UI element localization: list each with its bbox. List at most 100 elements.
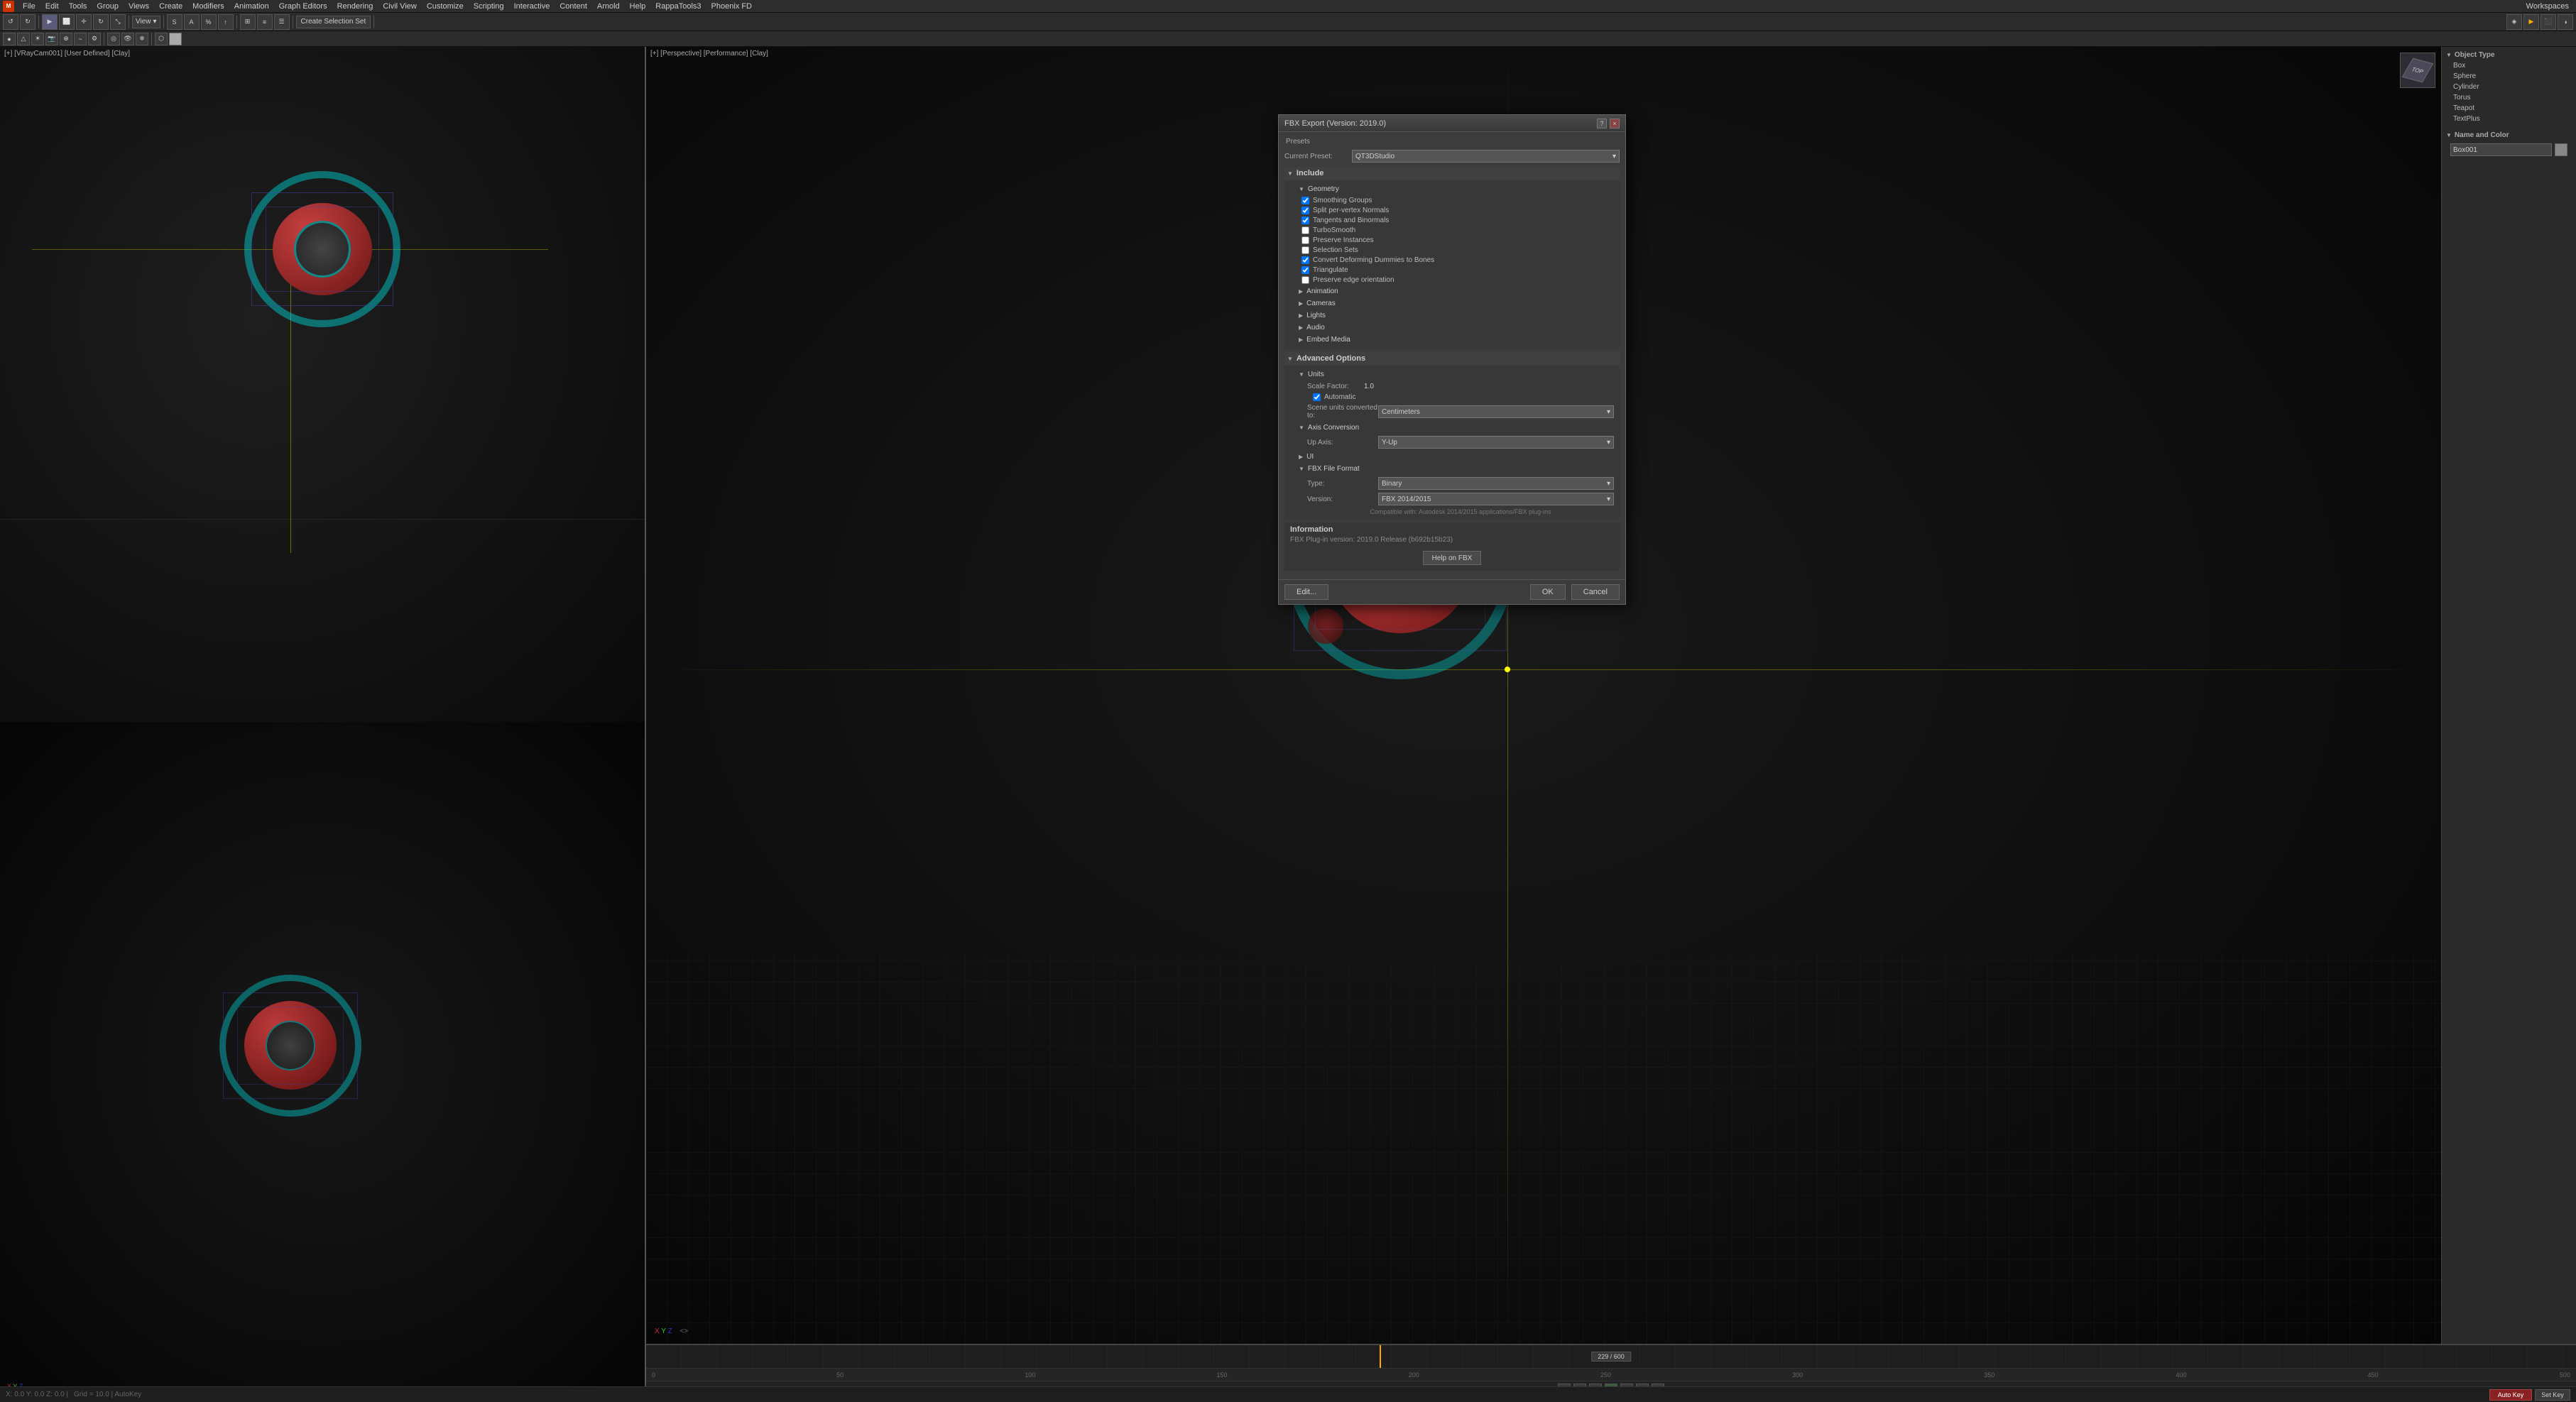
cancel-btn[interactable]: Cancel xyxy=(1571,584,1620,600)
dialog-help-btn[interactable]: ? xyxy=(1597,119,1607,128)
units-header[interactable]: ▼ Units xyxy=(1296,369,1614,380)
audio-header[interactable]: ▶ Audio xyxy=(1296,322,1614,333)
split-normals-checkbox[interactable] xyxy=(1301,207,1309,214)
preserve-edge-checkbox[interactable] xyxy=(1301,276,1309,284)
menu-item-file[interactable]: File xyxy=(18,1,40,11)
tangents-checkbox[interactable] xyxy=(1301,217,1309,224)
viewport-bottom-left[interactable]: X Y Z xyxy=(0,722,645,1397)
up-axis-dropdown[interactable]: Y-Up ▾ xyxy=(1378,436,1614,449)
dialog-close-btn[interactable]: × xyxy=(1610,119,1620,128)
include-section-header[interactable]: ▼ Include xyxy=(1284,167,1620,180)
object-type-cylinder[interactable]: Cylinder xyxy=(2445,82,2573,92)
object-type-box[interactable]: Box xyxy=(2445,60,2573,71)
menu-item-help[interactable]: Help xyxy=(626,1,650,11)
cameras-btn[interactable]: 📷 xyxy=(45,33,58,45)
set-key-btn[interactable]: Set Key xyxy=(2535,1389,2570,1401)
mirror-btn[interactable]: ⊞ xyxy=(240,14,256,30)
menu-item-group[interactable]: Group xyxy=(92,1,123,11)
menu-item-phoenix[interactable]: Phoenix FD xyxy=(707,1,756,11)
nav-cube[interactable]: TOP xyxy=(2400,53,2435,88)
angle-snap[interactable]: A xyxy=(184,14,200,30)
object-name-input[interactable] xyxy=(2450,143,2552,156)
smoothing-groups-checkbox[interactable] xyxy=(1301,197,1309,204)
object-type-sphere[interactable]: Sphere xyxy=(2445,71,2573,82)
render-frame-btn[interactable]: ⬛ xyxy=(2540,14,2556,30)
app-icon[interactable]: M xyxy=(3,1,14,12)
menu-item-civil-view[interactable]: Civil View xyxy=(378,1,420,11)
geometry-header[interactable]: ▼ Geometry xyxy=(1296,184,1614,195)
edit-btn[interactable]: Edit... xyxy=(1284,584,1328,600)
helpers-btn[interactable]: ⊕ xyxy=(60,33,72,45)
lights-header[interactable]: ▶ Lights xyxy=(1296,310,1614,321)
freeze-btn[interactable]: ❄ xyxy=(136,33,148,45)
active-shade-btn[interactable]: ◑ xyxy=(2558,14,2573,30)
type-dropdown[interactable]: Binary ▾ xyxy=(1378,477,1614,490)
menu-item-rendering[interactable]: Rendering xyxy=(333,1,378,11)
menu-item-content[interactable]: Content xyxy=(555,1,591,11)
isolate-btn[interactable]: ◎ xyxy=(107,33,120,45)
color-swatch-name[interactable] xyxy=(2555,143,2567,156)
autokey-btn[interactable]: Auto Key xyxy=(2489,1389,2532,1401)
spinner-snap[interactable]: ↑ xyxy=(218,14,234,30)
color-swatch[interactable] xyxy=(169,33,182,45)
menu-item-edit[interactable]: Edit xyxy=(41,1,63,11)
scale-btn[interactable]: ⤡ xyxy=(110,14,126,30)
object-type-teapot[interactable]: Teapot xyxy=(2445,103,2573,114)
version-dropdown[interactable]: FBX 2014/2015 ▾ xyxy=(1378,493,1614,505)
axis-conversion-header[interactable]: ▼ Axis Conversion xyxy=(1296,422,1614,433)
menu-item-views[interactable]: Views xyxy=(124,1,153,11)
menu-item-arnold[interactable]: Arnold xyxy=(593,1,624,11)
fbx-format-header[interactable]: ▼ FBX File Format xyxy=(1296,464,1614,474)
render-btn[interactable]: ▶ xyxy=(2523,14,2539,30)
geometry-btn[interactable]: ● xyxy=(3,33,16,45)
embed-media-header[interactable]: ▶ Embed Media xyxy=(1296,334,1614,345)
ui-header[interactable]: ▶ UI xyxy=(1296,451,1614,462)
selection-sets-checkbox[interactable] xyxy=(1301,246,1309,254)
cameras-header[interactable]: ▶ Cameras xyxy=(1296,298,1614,309)
lights-btn[interactable]: ☀ xyxy=(31,33,44,45)
ref-coord-dropdown[interactable]: View ▾ xyxy=(132,16,160,28)
menu-item-modifiers[interactable]: Modifiers xyxy=(188,1,229,11)
create-selection-set-btn[interactable]: Create Selection Set xyxy=(296,16,371,28)
automatic-checkbox[interactable] xyxy=(1313,393,1321,401)
menu-item-interactive[interactable]: Interactive xyxy=(510,1,555,11)
object-type-torus[interactable]: Torus xyxy=(2445,92,2573,103)
object-type-header[interactable]: ▼ Object Type xyxy=(2445,50,2573,60)
rotate-btn[interactable]: ↻ xyxy=(93,14,109,30)
snap-toggle[interactable]: S xyxy=(167,14,182,30)
menu-item-animation[interactable]: Animation xyxy=(230,1,273,11)
hide-btn[interactable]: 👁 xyxy=(121,33,134,45)
render-setup-btn[interactable]: ◈ xyxy=(2506,14,2522,30)
align-btn[interactable]: ≡ xyxy=(257,14,273,30)
move-btn[interactable]: ✛ xyxy=(76,14,92,30)
spacewarps-btn[interactable]: ~ xyxy=(74,33,87,45)
select-btn[interactable]: ▶ xyxy=(42,14,58,30)
current-preset-dropdown[interactable]: QT3DStudio ▾ xyxy=(1352,150,1620,163)
menu-item-create[interactable]: Create xyxy=(155,1,187,11)
menu-item-rappatools[interactable]: RappaTools3 xyxy=(651,1,705,11)
animation-header[interactable]: ▶ Animation xyxy=(1296,286,1614,297)
advanced-section-header[interactable]: ▼ Advanced Options xyxy=(1284,352,1620,365)
turbosmooth-checkbox[interactable] xyxy=(1301,226,1309,234)
triangulate-checkbox[interactable] xyxy=(1301,266,1309,274)
workspaces-label[interactable]: Workspaces xyxy=(2522,1,2573,11)
menu-item-graph-editors[interactable]: Graph Editors xyxy=(275,1,332,11)
menu-item-tools[interactable]: Tools xyxy=(65,1,92,11)
convert-dummies-checkbox[interactable] xyxy=(1301,256,1309,264)
name-color-header[interactable]: ▼ Name and Color xyxy=(2445,130,2573,141)
ok-btn[interactable]: OK xyxy=(1530,584,1566,600)
scene-units-dropdown[interactable]: Centimeters ▾ xyxy=(1378,405,1614,418)
object-type-textplus[interactable]: TextPlus xyxy=(2445,114,2573,124)
viewport-top-left[interactable]: [+] [VRayCam001] [User Defined] [Clay] xyxy=(0,47,645,722)
display-type-btn[interactable]: ⬡ xyxy=(155,33,168,45)
undo-btn[interactable]: ↺ xyxy=(3,14,18,30)
redo-btn[interactable]: ↻ xyxy=(20,14,36,30)
preserve-instances-checkbox[interactable] xyxy=(1301,236,1309,244)
timeline-track[interactable]: 229 / 600 xyxy=(646,1345,2576,1368)
systems-btn[interactable]: ⚙ xyxy=(88,33,101,45)
percent-snap[interactable]: % xyxy=(201,14,217,30)
help-on-fbx-btn[interactable]: Help on FBX xyxy=(1423,551,1482,565)
shapes-btn[interactable]: △ xyxy=(17,33,30,45)
menu-item-scripting[interactable]: Scripting xyxy=(469,1,508,11)
layer-btn[interactable]: ☰ xyxy=(274,14,290,30)
